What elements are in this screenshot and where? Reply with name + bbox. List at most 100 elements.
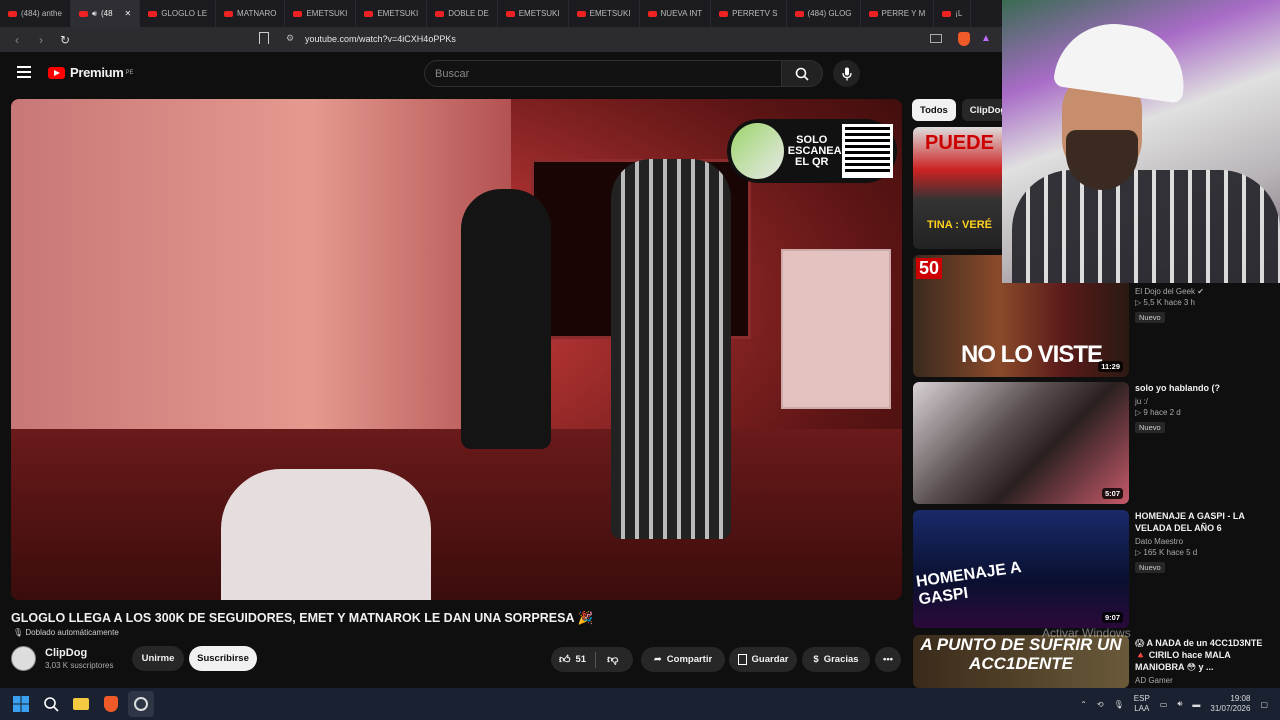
windows-activation-watermark: Activar Windows (1042, 626, 1131, 640)
youtube-premium-logo[interactable]: Premium PE (48, 65, 134, 80)
forward-icon[interactable]: › (34, 33, 48, 47)
share-button[interactable]: ➦ Compartir (641, 647, 725, 672)
brave-browser-icon[interactable] (98, 691, 124, 717)
battery-icon[interactable]: ▬ (1192, 700, 1200, 709)
close-tab-icon[interactable]: ✕ (125, 9, 132, 18)
youtube-favicon-icon (78, 10, 88, 17)
browser-tab[interactable]: GLOGLO LE (140, 0, 217, 27)
region-label: PE (125, 69, 134, 76)
network-icon[interactable]: ▭ (1160, 700, 1168, 709)
browser-tab[interactable]: EMETSUKI (569, 0, 640, 27)
bookmark-icon[interactable] (259, 32, 269, 44)
rec-4-title[interactable]: HOMENAJE A GASPI - LA VELADA DEL AÑO 6 (1135, 510, 1275, 534)
language-indicator[interactable]: ESP LAA (1134, 694, 1150, 714)
rec-1-thumb-subtext: TINA : VERÉ (927, 219, 992, 231)
voice-search-button[interactable] (833, 60, 860, 87)
site-settings-icon[interactable]: ⚙ (286, 33, 294, 44)
browser-tab[interactable]: MATNARO (216, 0, 286, 27)
save-button[interactable]: Guardar (729, 647, 797, 672)
video-scene-wall (11, 99, 511, 429)
rec-3-channel[interactable]: ju :/ (1135, 397, 1275, 406)
rec-2-channel[interactable]: El Dojo del Geek (1135, 287, 1195, 296)
rec-thumbnail-4[interactable]: HOMENAJE A GASPI 9:07 (913, 510, 1129, 628)
sync-icon[interactable]: ⟲ (1097, 700, 1104, 709)
brave-rewards-icon[interactable]: ▲ (981, 33, 991, 44)
qr-overlay: SOLO ESCANEA EL QR (727, 119, 897, 183)
video-player[interactable]: SOLO ESCANEA EL QR (11, 99, 902, 600)
reload-icon[interactable]: ↻ (58, 33, 72, 47)
clock[interactable]: 19:08 31/07/2026 (1210, 694, 1250, 714)
more-actions-button[interactable]: ••• (875, 647, 901, 672)
menu-icon[interactable] (17, 66, 31, 78)
dubbed-text: Doblado automáticamente (25, 628, 119, 637)
thanks-button[interactable]: $ Gracias (802, 647, 870, 672)
tray-chevron-icon[interactable]: ⌃ (1080, 700, 1087, 709)
rec-2-badge: Nuevo (1135, 312, 1165, 323)
rec-4-channel[interactable]: Dato Maestro (1135, 537, 1275, 546)
video-scene-shelf (781, 249, 891, 409)
rec-thumbnail-5[interactable]: A PUNTO DE SUFRIR UN ACC1DENTE (913, 635, 1129, 688)
browser-tab[interactable]: PERRE Y M (861, 0, 935, 27)
app-taskbar-icon[interactable] (128, 691, 154, 717)
rec-5-title[interactable]: 😱 A NADA de un 4CC1D3NTE 🔺 CIRILO hace M… (1135, 637, 1275, 673)
browser-tab[interactable]: NUEVA INT (640, 0, 712, 27)
tab-label: (484) anthe (21, 9, 62, 18)
rec-5-channel[interactable]: AD Gamer (1135, 676, 1275, 685)
share-icon: ➦ (653, 654, 662, 665)
dislike-icon[interactable]: 👎︎ (607, 653, 618, 666)
windows-start-icon[interactable] (8, 691, 34, 717)
channel-name[interactable]: ClipDog (45, 647, 87, 659)
browser-tab[interactable]: EMETSUKI (356, 0, 428, 27)
logo-text: Premium (70, 65, 124, 80)
youtube-favicon-icon (794, 10, 804, 17)
notifications-icon[interactable]: ▢ (1260, 700, 1268, 709)
filter-chip[interactable]: Todos (912, 99, 956, 121)
cast-icon[interactable] (930, 34, 942, 43)
lang-primary: ESP (1133, 694, 1150, 703)
rec-3-title[interactable]: solo yo hablando (? (1135, 382, 1275, 394)
system-tray: ⌃ ⟲ 🎙︎ ESP LAA ▭ 🔊︎ ▬ 19:08 31/07/2026 ▢ (1080, 688, 1280, 720)
tab-label: ¡L (955, 9, 963, 18)
join-button[interactable]: Unirme (132, 646, 184, 671)
youtube-favicon-icon (148, 10, 158, 17)
channel-avatar[interactable] (11, 646, 36, 671)
search-placeholder: Buscar (435, 67, 470, 80)
qr-overlay-text: SOLO ESCANEA EL QR (787, 133, 842, 168)
browser-tab[interactable]: (484) anthe (0, 0, 71, 27)
search-button[interactable] (781, 60, 823, 87)
youtube-favicon-icon (505, 10, 515, 17)
file-explorer-icon[interactable] (68, 691, 94, 717)
like-icon[interactable]: 👍︎ (559, 653, 571, 666)
subscribe-button[interactable]: Suscribirse (189, 646, 257, 671)
browser-tab[interactable]: ¡L (934, 0, 972, 27)
windows-logo-icon (13, 696, 29, 712)
rec-3-badge: Nuevo (1135, 422, 1165, 433)
tab-label: PERRE Y M (881, 9, 926, 18)
video-person-right (611, 159, 731, 539)
rec-info-2: El Dojo del Geek ✔ ▷ 5,5 K hace 3 h Nuev… (1135, 284, 1275, 325)
brave-icon (104, 696, 118, 712)
video-person-left (461, 189, 551, 449)
search-icon (795, 67, 809, 81)
video-scene-chair (221, 469, 431, 600)
back-icon[interactable]: ‹ (10, 33, 24, 47)
speaker-icon[interactable]: 🔊︎ (92, 9, 97, 19)
video-title: GLOGLO LLEGA A LOS 300K DE SEGUIDORES, E… (11, 611, 594, 625)
volume-icon[interactable]: 🔊︎ (1177, 699, 1182, 709)
rec-thumbnail-3[interactable]: 5:07 (913, 382, 1129, 504)
browser-tab[interactable]: 🔊︎ (48 ✕ (70, 0, 141, 27)
views-icon: ▷ (1135, 408, 1142, 417)
browser-tab[interactable]: PERRETV S (711, 0, 787, 27)
microphone-tray-icon[interactable]: 🎙︎ (1114, 700, 1124, 709)
browser-tab[interactable]: EMETSUKI (285, 0, 357, 27)
brave-shields-icon[interactable] (958, 32, 970, 46)
youtube-logo-icon (48, 66, 65, 79)
taskbar-search-icon[interactable] (38, 691, 64, 717)
like-count[interactable]: 51 (576, 654, 587, 665)
browser-tab[interactable]: EMETSUKI (498, 0, 569, 27)
url-field[interactable]: youtube.com/watch?v=4iCXH4oPPKs (305, 34, 456, 44)
browser-tab[interactable]: (484) GLOG (787, 0, 861, 27)
search-input[interactable]: Buscar (424, 60, 782, 87)
browser-tab[interactable]: DOBLE DE (427, 0, 498, 27)
browser-tab-bar: (484) anthe 🔊︎ (48 ✕ GLOGLO LE MATNARO EMETSUK… (0, 0, 1002, 27)
